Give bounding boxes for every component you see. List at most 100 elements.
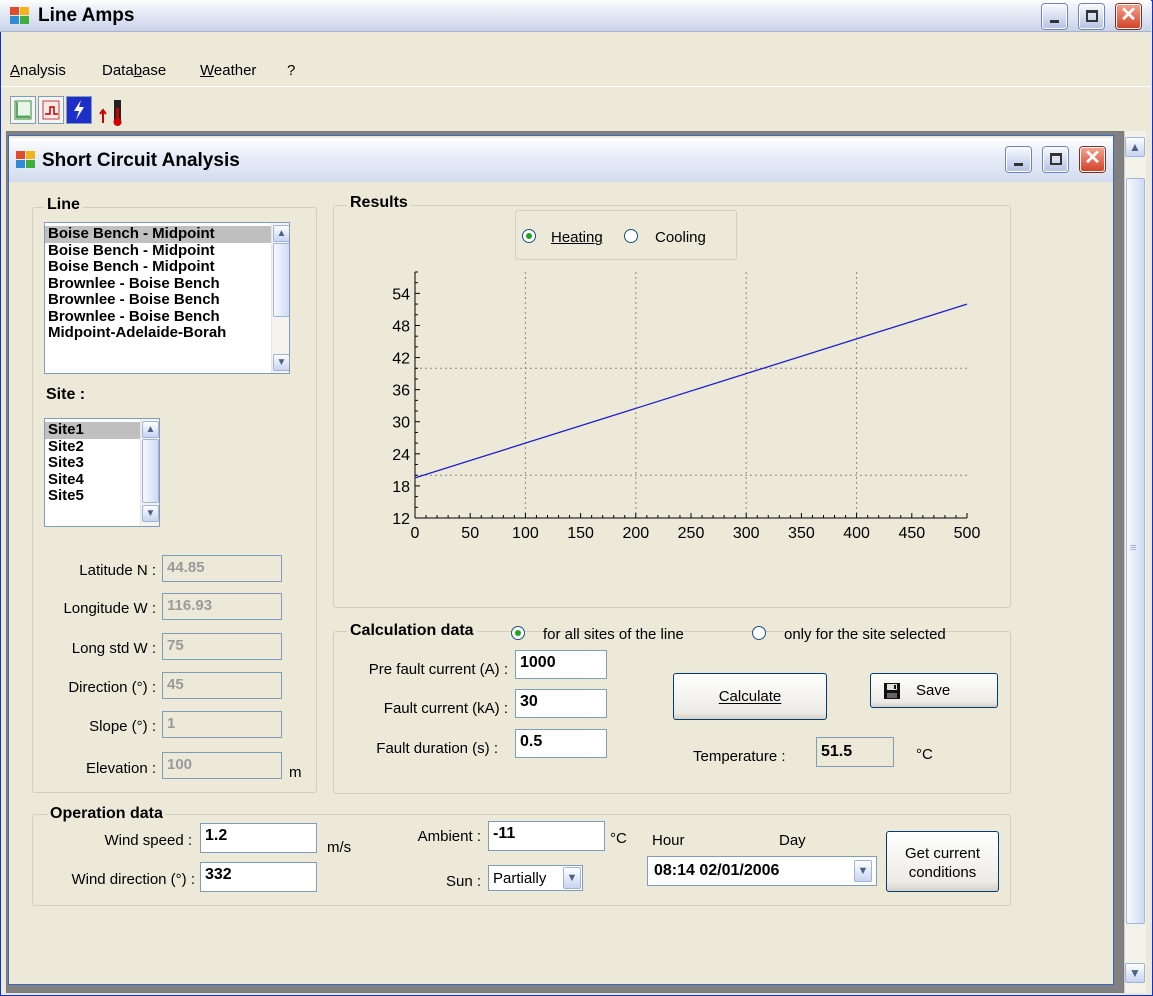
calc-selected-site-label[interactable]: only for the site selected — [784, 626, 946, 643]
longitude-label: Longitude W : — [63, 600, 156, 617]
slope-field[interactable]: 1 — [162, 711, 282, 738]
line-listbox[interactable]: Boise Bench - Midpoint Boise Bench - Mid… — [44, 222, 290, 374]
datetime-picker[interactable]: 08:14 02/01/2006 ▼ — [647, 856, 877, 886]
calculate-label: Calculate — [718, 688, 782, 705]
longstd-field[interactable]: 75 — [162, 633, 282, 660]
cooling-radio[interactable] — [624, 229, 638, 243]
line-list-item[interactable]: Brownlee - Boise Bench — [45, 308, 271, 326]
chevron-down-icon[interactable]: ▼ — [563, 867, 581, 889]
ambient-label: Ambient : — [417, 828, 481, 845]
calc-group-title: Calculation data — [347, 622, 477, 640]
cooling-label[interactable]: Cooling — [655, 229, 706, 246]
sun-select-value: Partially — [493, 870, 547, 887]
menu-weather[interactable]: Weather — [200, 62, 256, 79]
elevation-unit: m — [289, 764, 302, 781]
ambient-input[interactable]: -11 — [488, 821, 605, 851]
child-title-bar[interactable]: Short Circuit Analysis ✕ — [9, 138, 1113, 182]
child-minimize-button[interactable] — [1006, 147, 1031, 172]
get-current-conditions-button[interactable]: Get current conditions — [886, 831, 999, 892]
y-tick-label: 12 — [392, 511, 410, 528]
child-close-button[interactable]: ✕ — [1080, 147, 1105, 172]
maximize-button[interactable] — [1079, 4, 1104, 29]
menu-database[interactable]: Database — [102, 62, 166, 79]
menu-help[interactable]: ? — [287, 62, 295, 79]
site-list-items: Site1 Site2 Site3 Site4 Site5 — [45, 422, 141, 505]
latitude-label: Latitude N : — [79, 562, 156, 579]
slope-label: Slope (°) : — [89, 718, 156, 735]
wind-direction-input[interactable]: 332 — [200, 862, 317, 892]
fault-label: Fault current (kA) : — [383, 700, 508, 717]
site-list-thumb[interactable] — [142, 439, 159, 503]
line-chart-button[interactable] — [10, 96, 36, 124]
menu-analysis[interactable]: Analysis — [10, 62, 66, 79]
calculate-button[interactable]: Calculate — [673, 673, 827, 720]
elevation-field[interactable]: 100 — [162, 752, 282, 779]
thermometer-icon — [99, 100, 122, 126]
x-tick-label: 300 — [733, 525, 760, 542]
line-list-scrollbar[interactable]: ▲ ▼ — [271, 223, 289, 373]
heating-label[interactable]: Heating — [551, 229, 603, 246]
thermometer-button[interactable] — [94, 96, 122, 126]
chevron-up-icon[interactable]: ▲ — [273, 225, 289, 242]
longitude-field[interactable]: 116.93 — [162, 593, 282, 620]
temperature-field: 51.5 — [816, 737, 894, 767]
minimize-icon — [1050, 20, 1059, 23]
save-button[interactable]: Save — [870, 673, 998, 708]
step-chart-button[interactable] — [38, 96, 64, 124]
sun-select[interactable]: Partially ▼ — [488, 865, 583, 891]
site-list-item[interactable]: Site1 — [45, 422, 141, 439]
line-list-item[interactable]: Midpoint-Adelaide-Borah — [45, 325, 271, 342]
site-listbox[interactable]: Site1 Site2 Site3 Site4 Site5 ▲ ▼ — [44, 418, 160, 527]
line-list-item[interactable]: Boise Bench - Midpoint — [45, 242, 271, 260]
site-list-item[interactable]: Site4 — [45, 471, 141, 489]
scroll-down-button[interactable]: ▼ — [1125, 963, 1145, 983]
minimize-button[interactable] — [1042, 4, 1067, 29]
calc-all-sites-label[interactable]: for all sites of the line — [543, 626, 684, 643]
x-tick-label: 100 — [512, 525, 539, 542]
child-icon — [16, 151, 36, 169]
line-group-title: Line — [44, 196, 83, 214]
y-tick-label: 30 — [392, 415, 410, 432]
latitude-field[interactable]: 44.85 — [162, 555, 282, 582]
chevron-down-icon: ▼ — [1129, 966, 1141, 980]
get-current-conditions-label: Get current conditions — [904, 845, 981, 881]
line-chart-icon — [14, 100, 32, 120]
chevron-down-icon[interactable]: ▼ — [142, 505, 159, 522]
calc-selected-site-radio[interactable] — [752, 626, 766, 640]
fault-input[interactable]: 30 — [515, 689, 607, 718]
ambient-unit: °C — [610, 830, 627, 847]
site-list-scrollbar[interactable]: ▲ ▼ — [140, 419, 159, 526]
site-list-item[interactable]: Site5 — [45, 488, 141, 505]
line-list-items: Boise Bench - Midpoint Boise Bench - Mid… — [45, 226, 271, 342]
close-icon: ✕ — [1084, 147, 1101, 169]
line-list-item[interactable]: Boise Bench - Midpoint — [45, 226, 271, 243]
direction-field[interactable]: 45 — [162, 672, 282, 699]
heating-radio[interactable] — [522, 229, 536, 243]
site-list-item[interactable]: Site2 — [45, 438, 141, 456]
x-tick-labels: 0 50 100 150 200 250 300 350 400 450 500 — [411, 525, 981, 542]
duration-input[interactable]: 0.5 — [515, 729, 607, 758]
wind-direction-label: Wind direction (°) : — [71, 871, 195, 888]
child-maximize-button[interactable] — [1043, 147, 1068, 172]
close-button[interactable]: ✕ — [1116, 4, 1141, 29]
maximize-icon — [1050, 153, 1062, 165]
app-title: Line Amps — [38, 5, 135, 26]
line-list-item[interactable]: Boise Bench - Midpoint — [45, 259, 271, 276]
chevron-down-icon[interactable]: ▼ — [854, 860, 872, 882]
menu-analysis-rest: nalysis — [20, 62, 66, 79]
line-list-item[interactable]: Brownlee - Boise Bench — [45, 275, 271, 293]
line-list-item[interactable]: Brownlee - Boise Bench — [45, 292, 271, 309]
line-list-thumb[interactable] — [273, 243, 289, 317]
wind-speed-input[interactable]: 1.2 — [200, 823, 317, 853]
site-list-item[interactable]: Site3 — [45, 455, 141, 472]
main-title-bar[interactable]: Line Amps ✕ — [0, 0, 1151, 32]
prefault-input[interactable]: 1000 — [515, 650, 607, 679]
calc-all-sites-radio[interactable] — [511, 626, 525, 640]
lightning-button[interactable] — [66, 96, 92, 124]
y-tick-label: 18 — [392, 479, 410, 496]
chevron-up-icon[interactable]: ▲ — [142, 421, 159, 438]
chart-axes — [414, 271, 968, 519]
chevron-down-icon[interactable]: ▼ — [273, 354, 289, 371]
scroll-up-button[interactable]: ▲ — [1125, 137, 1145, 157]
wind-speed-unit: m/s — [327, 839, 352, 856]
